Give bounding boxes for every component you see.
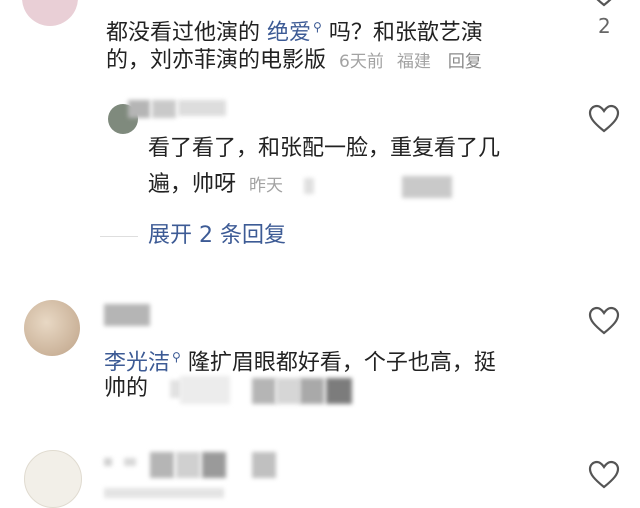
comment-2-blurred-meta-2: [180, 376, 230, 404]
comment-3-username-blurred-6: [252, 452, 276, 478]
comment-1-time: 6天前: [339, 52, 384, 72]
comment-2-username-blurred[interactable]: [104, 304, 150, 326]
reply-1-time: 昨天: [249, 176, 284, 196]
search-link-juea[interactable]: 绝爱: [267, 20, 311, 45]
comment-2-text-a: 隆扩眉眼都好看，个子也高，挺: [187, 350, 496, 376]
heart-outline-icon[interactable]: [588, 0, 620, 8]
heart-outline-icon[interactable]: [588, 306, 620, 336]
reply-1-line-1: 看了看了，和张配一脸，重复看了几: [148, 136, 501, 161]
reply-1-text-b: 遍，帅呀: [148, 172, 237, 197]
expand-replies-button[interactable]: 展开 2 条回复: [148, 220, 286, 252]
comment-1-line-2: 的，刘亦菲演的电影版 6天前 福建 回复: [106, 44, 482, 79]
reply-button[interactable]: 回复: [448, 52, 482, 72]
comment-2-blurred-meta-5: [300, 378, 324, 404]
comment-3-username-blurred: [104, 458, 112, 466]
comment-1-location: 福建: [396, 52, 431, 72]
reply-username-blurred[interactable]: [128, 100, 150, 118]
avatar-comment-2[interactable]: [24, 300, 80, 356]
search-hint-icon: ⚲: [172, 350, 181, 364]
reply-1-line-2: 遍，帅呀 昨天: [148, 168, 283, 203]
reply-username-blurred-2: [152, 100, 176, 118]
reply-1-blurred-meta-2: [402, 176, 452, 198]
comment-3-username-blurred-2: [124, 458, 136, 466]
comment-3-username-blurred-5: [202, 452, 226, 478]
comment-1-text-a: 都没看过他演的: [106, 20, 261, 46]
avatar-comment-3[interactable]: [24, 450, 82, 508]
comment-2-blurred-meta-6: [326, 378, 352, 404]
heart-outline-icon[interactable]: [588, 460, 620, 490]
comment-2-blurred-meta-4: [276, 378, 300, 404]
comment-2-blurred-meta-3: [252, 378, 276, 404]
like-count: 2: [598, 14, 611, 38]
avatar-top[interactable]: [22, 0, 78, 26]
comment-2-line-2: 帅的: [104, 376, 149, 401]
reply-1-blurred-meta: [304, 178, 314, 194]
comment-2-line-1: 李光洁 ⚲ 隆扩眉眼都好看，个子也高，挺: [104, 340, 496, 380]
reply-username-blurred-3: [178, 100, 226, 116]
comment-3-username-blurred-4: [176, 452, 200, 478]
comment-1-text-c: 的，刘亦菲演的电影版: [106, 48, 327, 73]
search-hint-icon: ⚲: [313, 20, 322, 34]
comment-1-text-b: 吗？和张歆艺演: [328, 20, 483, 46]
expand-divider: [100, 236, 138, 237]
comment-3-username-blurred-3: [150, 452, 174, 478]
heart-outline-icon[interactable]: [588, 104, 620, 134]
